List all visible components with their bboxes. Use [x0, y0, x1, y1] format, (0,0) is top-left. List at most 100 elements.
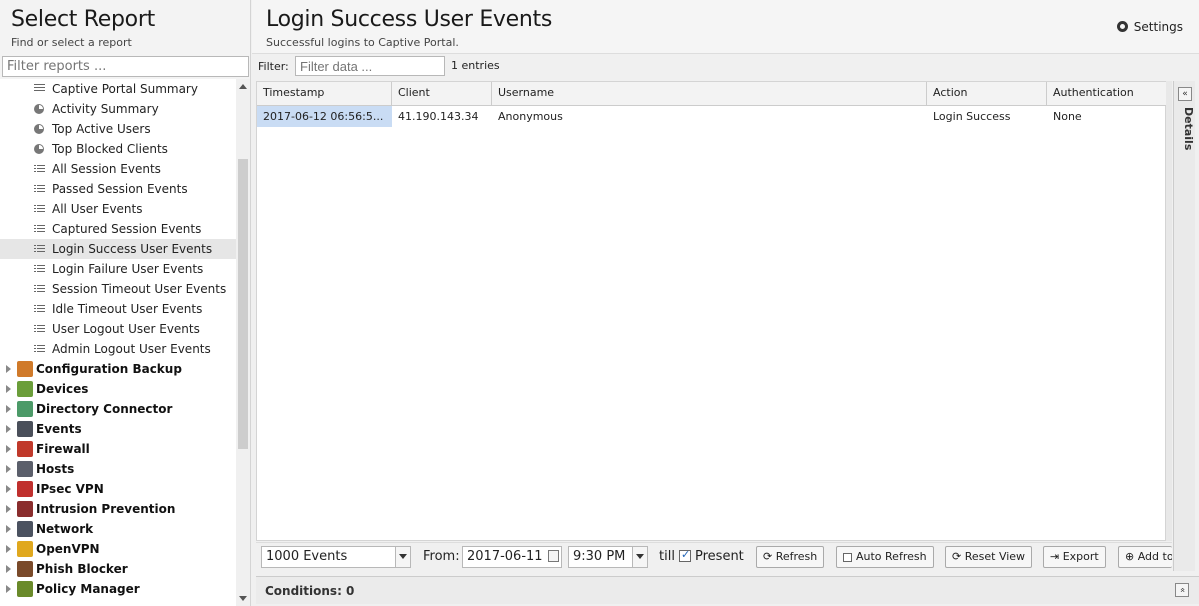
report-category[interactable]: Directory Connector	[0, 399, 236, 419]
expand-arrow-icon[interactable]	[6, 525, 11, 533]
sidebar-title: Select Report	[11, 7, 155, 32]
expand-arrow-icon[interactable]	[6, 505, 11, 513]
report-item-label: Captured Session Events	[52, 222, 202, 236]
expand-arrow-icon[interactable]	[6, 585, 11, 593]
reset-view-button[interactable]: ⟳ Reset View	[945, 546, 1033, 568]
report-item-label: Admin Logout User Events	[52, 342, 211, 356]
report-category[interactable]: Network	[0, 519, 236, 539]
sidebar-header: Select Report Find or select a report	[0, 0, 250, 54]
app-icon	[17, 381, 33, 397]
column-header-username[interactable]: Username	[492, 82, 927, 106]
report-item[interactable]: Passed Session Events	[0, 179, 236, 199]
expand-arrow-icon[interactable]	[6, 545, 11, 553]
report-category[interactable]: Phish Blocker	[0, 559, 236, 579]
report-item[interactable]: Captive Portal Summary	[0, 79, 236, 99]
report-category[interactable]: Configuration Backup	[0, 359, 236, 379]
report-category-label: Configuration Backup	[36, 362, 182, 376]
auto-refresh-button[interactable]: Auto Refresh	[836, 546, 934, 568]
column-header-client[interactable]: Client	[392, 82, 492, 106]
chevron-down-icon[interactable]	[632, 547, 647, 567]
expand-arrow-icon[interactable]	[6, 465, 11, 473]
report-category[interactable]: OpenVPN	[0, 539, 236, 559]
report-subtitle: Successful logins to Captive Portal.	[266, 36, 459, 49]
report-item[interactable]: Activity Summary	[0, 99, 236, 119]
data-filter-bar: Filter: 1 entries	[252, 55, 1199, 79]
cell-action[interactable]: Login Success	[927, 106, 1047, 127]
report-category-label: Hosts	[36, 462, 75, 476]
report-category[interactable]: Events	[0, 419, 236, 439]
events-grid: Timestamp Client Username Action Authent…	[256, 81, 1167, 541]
report-item[interactable]: Admin Logout User Events	[0, 339, 236, 359]
cell-username[interactable]: Anonymous	[492, 106, 927, 127]
details-label[interactable]: Details	[1175, 107, 1195, 167]
details-panel: « Details	[1173, 81, 1195, 571]
report-category[interactable]: Intrusion Prevention	[0, 499, 236, 519]
report-item[interactable]: Idle Timeout User Events	[0, 299, 236, 319]
report-category-label: Phish Blocker	[36, 562, 128, 576]
report-item[interactable]: Captured Session Events	[0, 219, 236, 239]
refresh-button[interactable]: ⟳ Refresh	[756, 546, 825, 568]
report-item-label: Passed Session Events	[52, 182, 188, 196]
pie-chart-icon	[34, 144, 44, 154]
cell-authentication[interactable]: None	[1047, 106, 1167, 127]
expand-arrow-icon[interactable]	[6, 365, 11, 373]
scroll-thumb[interactable]	[238, 159, 248, 449]
app-icon	[17, 461, 33, 477]
add-to-dashboard-button[interactable]: ⊕ Add to Da	[1118, 546, 1172, 568]
app-icon	[17, 401, 33, 417]
expand-arrow-icon[interactable]	[6, 385, 11, 393]
report-title: Login Success User Events	[266, 7, 553, 32]
details-expand-button[interactable]: «	[1178, 87, 1192, 101]
report-category[interactable]: Hosts	[0, 459, 236, 479]
report-item[interactable]: Login Failure User Events	[0, 259, 236, 279]
column-header-authentication[interactable]: Authentication	[1047, 82, 1167, 106]
expand-arrow-icon[interactable]	[6, 565, 11, 573]
report-item[interactable]: All User Events	[0, 199, 236, 219]
chevron-down-icon[interactable]	[395, 547, 410, 567]
calendar-icon[interactable]	[548, 550, 559, 562]
report-category[interactable]: Devices	[0, 379, 236, 399]
refresh-icon: ⟳	[763, 550, 776, 563]
list-icon	[34, 204, 45, 214]
report-item[interactable]: All Session Events	[0, 159, 236, 179]
scroll-down-icon[interactable]	[239, 596, 247, 601]
list-icon	[34, 284, 45, 294]
cell-timestamp[interactable]: 2017-06-12 06:56:5...	[257, 106, 392, 127]
report-item[interactable]: Session Timeout User Events	[0, 279, 236, 299]
report-item[interactable]: Login Success User Events	[0, 239, 236, 259]
report-tree-scrollbar[interactable]	[236, 79, 250, 606]
report-category-label: Devices	[36, 382, 89, 396]
conditions-label[interactable]: Conditions: 0	[265, 584, 354, 598]
conditions-expand-button[interactable]: «	[1175, 583, 1189, 597]
filter-data-input[interactable]	[295, 56, 445, 76]
column-header-timestamp[interactable]: Timestamp	[257, 82, 392, 106]
report-category[interactable]: Policy Manager	[0, 579, 236, 599]
list-icon	[34, 264, 45, 274]
report-category[interactable]: IPsec VPN	[0, 479, 236, 499]
expand-arrow-icon[interactable]	[6, 405, 11, 413]
filter-reports-input[interactable]	[2, 56, 249, 77]
expand-arrow-icon[interactable]	[6, 445, 11, 453]
table-row[interactable]: 2017-06-12 06:56:5... 41.190.143.34 Anon…	[257, 106, 1167, 127]
checkbox-checked-icon[interactable]	[679, 548, 691, 562]
settings-button[interactable]: Settings	[1116, 20, 1183, 34]
app-icon	[17, 481, 33, 497]
from-time-select[interactable]: 9:30 PM	[568, 546, 648, 568]
cell-client[interactable]: 41.190.143.34	[392, 106, 492, 127]
expand-arrow-icon[interactable]	[6, 425, 11, 433]
from-date-field[interactable]: 2017-06-11	[462, 546, 562, 568]
app-icon	[17, 441, 33, 457]
list-icon	[34, 184, 45, 194]
report-item[interactable]: Top Active Users	[0, 119, 236, 139]
expand-arrow-icon[interactable]	[6, 485, 11, 493]
report-item[interactable]: User Logout User Events	[0, 319, 236, 339]
export-button[interactable]: ⇥ Export	[1043, 546, 1106, 568]
list-icon	[34, 304, 45, 314]
report-category[interactable]: Firewall	[0, 439, 236, 459]
report-item[interactable]: Top Blocked Clients	[0, 139, 236, 159]
scroll-up-icon[interactable]	[239, 84, 247, 89]
present-checkbox[interactable]: Present	[679, 548, 744, 571]
events-limit-select[interactable]: 1000 Events	[261, 546, 411, 568]
column-header-action[interactable]: Action	[927, 82, 1047, 106]
grid-scrollbar[interactable]	[1166, 81, 1172, 541]
